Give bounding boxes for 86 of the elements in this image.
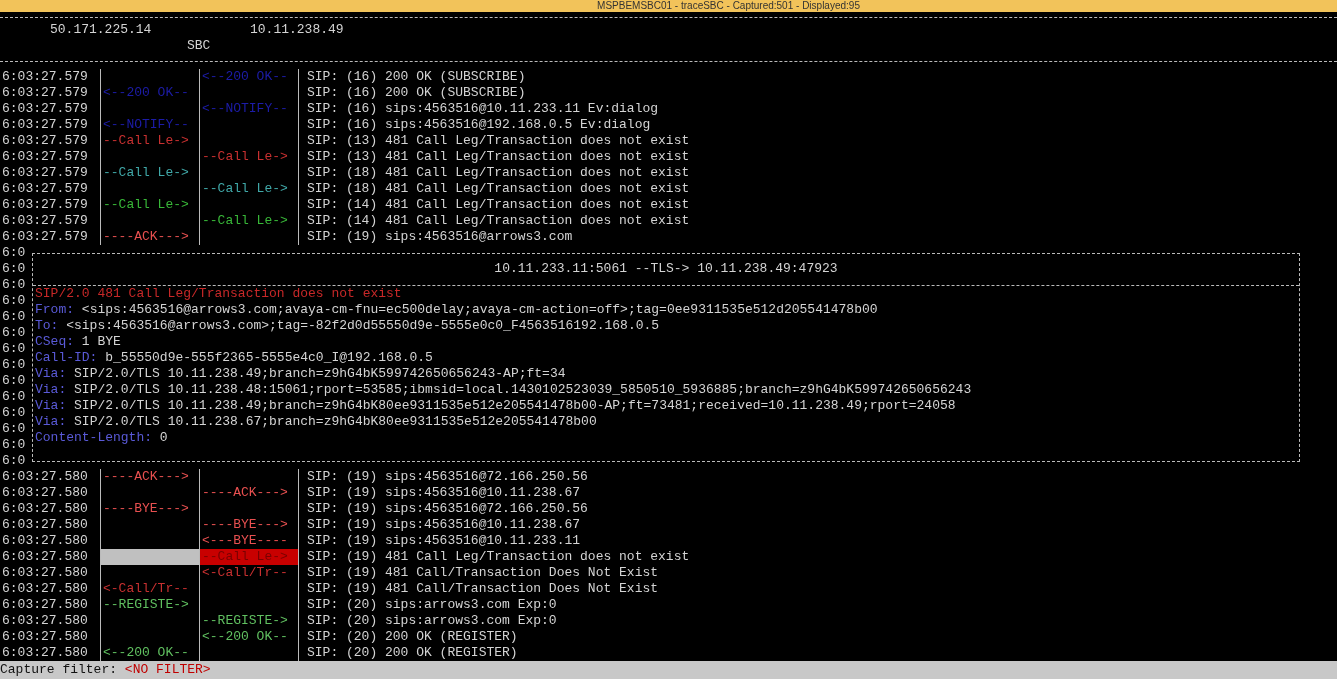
timestamp: 6:03:27.580: [1, 645, 89, 661]
line-prefix: 6:0: [2, 453, 27, 469]
header-name: From:: [35, 302, 74, 317]
message-summary: SIP: (19) sips:4563516@72.166.250.56: [298, 469, 588, 485]
message-summary: SIP: (19) sips:4563516@arrows3.com: [298, 229, 573, 245]
message-summary: SIP: (16) sips:4563516@10.11.233.11 Ev:dialog: [298, 101, 659, 117]
header-value: b_55550d9e-555f2365-5555e4c0_I@192.168.0.5: [105, 350, 433, 365]
timestamp: 6:03:27.579: [1, 229, 89, 245]
line-prefix: 6:0: [2, 245, 27, 261]
message-summary: SIP: (19) 481 Call/Transaction Does Not Exist: [298, 581, 659, 597]
message-summary: SIP: (14) 481 Call Leg/Transaction does not exist: [298, 213, 690, 229]
message-summary: SIP: (19) sips:4563516@72.166.250.56: [298, 501, 588, 517]
timestamp: 6:03:27.579: [1, 197, 89, 213]
header-name: To:: [35, 318, 59, 333]
message-summary: SIP: (18) 481 Call Leg/Transaction does not exist: [298, 165, 690, 181]
timestamp: 6:03:27.579: [1, 85, 89, 101]
header-name: Via:: [35, 398, 67, 413]
line-prefix: 6:0: [2, 437, 27, 453]
header-value: SIP/2.0/TLS 10.11.238.48:15061;rport=53585;ibmsid=local.1430102523039_5850510_5936885;branch=z9hG4bK599742650656243: [74, 382, 972, 397]
timestamp: 6:03:27.580: [1, 485, 89, 501]
timestamp: 6:03:27.579: [1, 149, 89, 165]
line-prefix: 6:0: [2, 405, 27, 421]
header-name: Via:: [35, 414, 67, 429]
host-label: SBC: [187, 38, 211, 53]
message-summary: SIP: (18) 481 Call Leg/Transaction does not exist: [298, 181, 690, 197]
line-prefix: 6:0: [2, 373, 27, 389]
timestamp: 6:03:27.579: [1, 101, 89, 117]
line-prefix: 6:0: [2, 293, 27, 309]
timestamp: 6:03:27.580: [1, 533, 89, 549]
host-address: 50.171.225.14: [50, 22, 153, 38]
header-name: Content-Length:: [35, 430, 153, 445]
timestamp: 6:03:27.580: [1, 501, 89, 517]
timestamp: 6:03:27.580: [1, 469, 89, 485]
timestamp: 6:03:27.580: [1, 597, 89, 613]
selected-row[interactable]: 6:03:27.580 --Call Le-> SIP: (19) 481 Call Leg/Transaction does not exist: [0, 549, 1337, 565]
message-summary: SIP: (13) 481 Call Leg/Transaction does not exist: [298, 149, 690, 165]
message-summary: SIP: (19) 481 Call Leg/Transaction does not exist: [298, 549, 690, 565]
message-summary: SIP: (19) sips:4563516@10.11.233.11: [298, 533, 581, 549]
timestamp: 6:03:27.579: [1, 213, 89, 229]
window-title: MSPBEMSBC01 - traceSBC - Captured:501 - Displayed:95: [597, 0, 860, 12]
header-name: CSeq:: [35, 334, 74, 349]
timestamp: 6:03:27.580: [1, 629, 89, 645]
filter-value: <NO FILTER>: [124, 662, 211, 678]
timestamp: 6:03:27.580: [1, 565, 89, 581]
timestamp: 6:03:27.580: [1, 517, 89, 533]
header-value: SIP/2.0/TLS 10.11.238.67;branch=z9hG4bK80ee9311535e512e205541478b00: [74, 414, 597, 429]
header-name: Via:: [35, 366, 67, 381]
header-name: Call-ID:: [35, 350, 98, 365]
timestamp: 6:03:27.580: [1, 549, 89, 565]
line-prefix: 6:0: [2, 341, 27, 357]
timestamp: 6:03:27.579: [1, 133, 89, 149]
line-prefix: 6:0: [2, 277, 27, 293]
status-line: SIP/2.0 481 Call Leg/Transaction does not exist: [35, 286, 402, 301]
timestamp: 6:03:27.580: [1, 581, 89, 597]
message-summary: SIP: (19) sips:4563516@10.11.238.67: [298, 485, 581, 501]
host-address: 10.11.238.49: [250, 22, 345, 38]
header-value: <sips:4563516@arrows3.com>;tag=-82f2d0d55550d9e-5555e0c0_F4563516192.168.0.5: [66, 318, 660, 333]
message-summary: SIP: (20) 200 OK (REGISTER): [298, 629, 518, 645]
header-value: SIP/2.0/TLS 10.11.238.49;branch=z9hG4bK80ee9311535e512e205541478b00-AP;ft=73481;received=10.11.238.49;rport=24058: [74, 398, 956, 413]
timestamp: 6:03:27.579: [1, 69, 89, 85]
message-summary: SIP: (13) 481 Call Leg/Transaction does not exist: [298, 133, 690, 149]
timestamp: 6:03:27.579: [1, 181, 89, 197]
line-prefix: 6:0: [2, 389, 27, 405]
message-summary: SIP: (16) 200 OK (SUBSCRIBE): [298, 85, 526, 101]
header-value: 0: [159, 430, 168, 445]
header-name: Via:: [35, 382, 67, 397]
message-summary: SIP: (14) 481 Call Leg/Transaction does not exist: [298, 197, 690, 213]
filter-label: Capture filter:: [0, 662, 118, 678]
message-summary: SIP: (16) 200 OK (SUBSCRIBE): [298, 69, 526, 85]
message-summary: SIP: (16) sips:4563516@192.168.0.5 Ev:dialog: [298, 117, 651, 133]
timestamp: 6:03:27.579: [1, 117, 89, 133]
header-value: SIP/2.0/TLS 10.11.238.49;branch=z9hG4bK599742650656243-AP;ft=34: [74, 366, 566, 381]
header-value: 1 BYE: [81, 334, 121, 349]
message-summary: SIP: (20) sips:arrows3.com Exp:0: [298, 613, 557, 629]
timestamp: 6:03:27.580: [1, 613, 89, 629]
message-summary: SIP: (19) sips:4563516@10.11.238.67: [298, 517, 581, 533]
message-summary: SIP: (20) sips:arrows3.com Exp:0: [298, 597, 557, 613]
timestamp: 6:03:27.579: [1, 165, 89, 181]
line-prefix: 6:0: [2, 357, 27, 373]
line-prefix: 6:0: [2, 261, 27, 277]
header-value: <sips:4563516@arrows3.com;avaya-cm-fnu=ec500delay;avaya-cm-action=off>;tag=0ee9311535e512d205541478b00: [81, 302, 878, 317]
line-prefix: 6:0: [2, 421, 27, 437]
message-summary: SIP: (19) 481 Call/Transaction Does Not Exist: [298, 565, 659, 581]
route-header: 10.11.233.11:5061 --TLS-> 10.11.238.49:47923: [494, 261, 838, 276]
line-prefix: 6:0: [2, 309, 27, 325]
line-prefix: 6:0: [2, 325, 27, 341]
